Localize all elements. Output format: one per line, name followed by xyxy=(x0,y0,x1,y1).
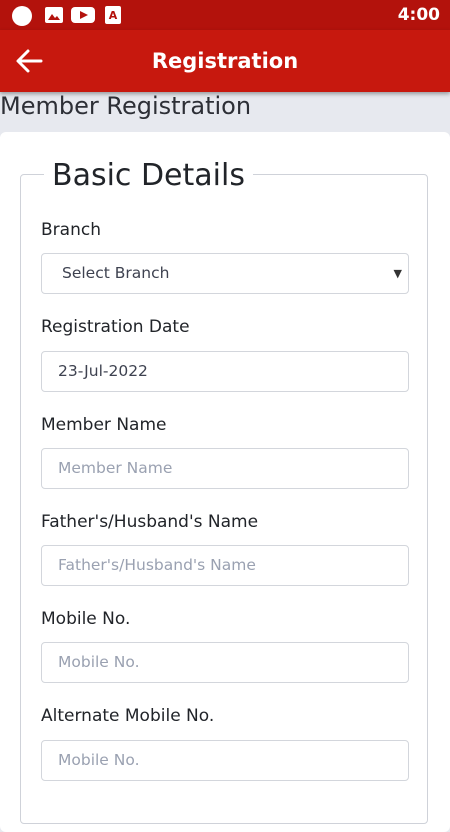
father-husband-name-label: Father's/Husband's Name xyxy=(41,512,259,532)
page-heading: Member Registration xyxy=(0,92,252,120)
member-name-label: Member Name xyxy=(41,415,167,435)
member-name-field[interactable]: Member Name xyxy=(41,448,409,489)
registration-date-field[interactable]: 23-Jul-2022 xyxy=(41,351,409,392)
circle-notification-icon xyxy=(11,5,33,32)
youtube-icon xyxy=(71,5,95,30)
svg-text:A: A xyxy=(109,9,118,22)
app-bar-title: Registration xyxy=(151,49,299,73)
app-bar: Registration xyxy=(0,30,450,92)
branch-select[interactable]: Select Branch ▼ xyxy=(41,253,409,294)
dropdown-caret-icon: ▼ xyxy=(393,267,402,280)
registration-date-label: Registration Date xyxy=(41,317,190,337)
branch-label: Branch xyxy=(41,220,101,240)
app-notification-icon: A xyxy=(104,5,122,30)
image-icon xyxy=(44,5,64,30)
mobile-no-field[interactable]: Mobile No. xyxy=(41,642,409,683)
section-title: Basic Details xyxy=(44,158,253,193)
alternate-mobile-no-field[interactable]: Mobile No. xyxy=(41,740,409,781)
mobile-no-label: Mobile No. xyxy=(41,609,131,629)
father-husband-name-field[interactable]: Father's/Husband's Name xyxy=(41,545,409,586)
branch-select-value: Select Branch xyxy=(62,264,170,282)
status-bar: A 4:00 xyxy=(0,0,450,30)
status-time: 4:00 xyxy=(397,5,440,25)
alternate-mobile-no-label: Alternate Mobile No. xyxy=(41,706,215,726)
